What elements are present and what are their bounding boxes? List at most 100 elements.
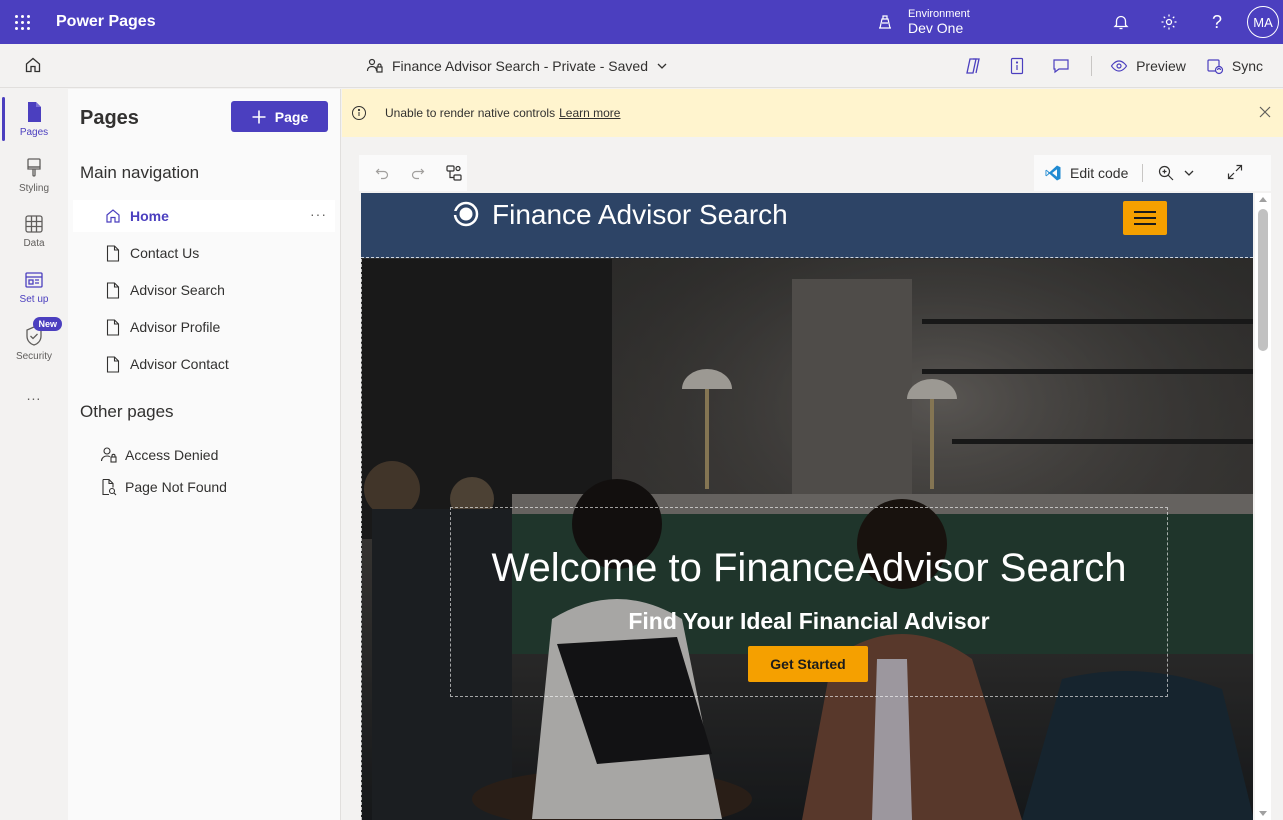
rail-item-setup[interactable]: Set up bbox=[4, 261, 64, 313]
chevron-down-icon bbox=[1184, 170, 1194, 176]
table-icon bbox=[25, 214, 43, 233]
plus-icon bbox=[252, 110, 266, 123]
hero-subheading[interactable]: Find Your Ideal Financial Advisor bbox=[451, 608, 1167, 635]
undo-button[interactable] bbox=[369, 160, 395, 186]
scroll-down-arrow[interactable] bbox=[1259, 811, 1267, 816]
gear-icon bbox=[1161, 14, 1177, 30]
redo-button[interactable] bbox=[405, 160, 431, 186]
sync-button[interactable]: Sync bbox=[1198, 50, 1271, 82]
copilot-icon bbox=[966, 58, 980, 74]
hero-text-container[interactable]: Welcome to FinanceAdvisor Search Find Yo… bbox=[450, 507, 1168, 697]
home-icon bbox=[25, 57, 41, 73]
left-rail: Pages Styling Data Set up Security New .… bbox=[0, 89, 68, 820]
redo-icon bbox=[411, 168, 425, 180]
document-icon bbox=[105, 318, 121, 336]
waffle-icon bbox=[14, 14, 30, 30]
rail-label: Styling bbox=[18, 182, 49, 194]
hero-heading[interactable]: Welcome to FinanceAdvisor Search bbox=[451, 546, 1167, 591]
page-status-text: Finance Advisor Search - Private - Saved bbox=[392, 58, 649, 74]
setup-icon bbox=[25, 271, 43, 288]
rail-item-security[interactable]: Security New bbox=[4, 317, 64, 369]
other-item-page-not-found[interactable]: Page Not Found bbox=[73, 473, 335, 501]
nav-item-label: Advisor Contact bbox=[130, 356, 229, 372]
nav-item-label: Home bbox=[130, 208, 169, 224]
rail-item-styling[interactable]: Styling bbox=[4, 149, 64, 201]
other-item-access-denied[interactable]: Access Denied bbox=[73, 441, 335, 469]
document-icon bbox=[105, 244, 121, 262]
bell-icon bbox=[1113, 15, 1129, 30]
structure-button[interactable] bbox=[441, 160, 467, 186]
home-icon bbox=[105, 208, 121, 224]
site-preview[interactable]: Finance Advisor Search Welcome to Financ… bbox=[361, 193, 1253, 820]
rail-item-data[interactable]: Data bbox=[4, 205, 64, 257]
app-title[interactable]: Power Pages bbox=[56, 13, 156, 31]
settings-button[interactable] bbox=[1145, 0, 1193, 44]
toolbar-divider bbox=[1091, 56, 1093, 76]
vscode-icon bbox=[1045, 165, 1061, 181]
preview-button[interactable]: Preview bbox=[1102, 50, 1194, 82]
close-icon[interactable] bbox=[1258, 105, 1272, 119]
nav-item-contact-us[interactable]: Contact Us bbox=[73, 237, 335, 269]
add-page-label: Page bbox=[274, 108, 309, 125]
learn-more-link[interactable]: Learn more bbox=[559, 106, 620, 120]
nav-item-advisor-contact[interactable]: Advisor Contact bbox=[73, 348, 335, 380]
notifications-button[interactable] bbox=[1097, 0, 1145, 44]
app-header: Power Pages Environment Dev One ? MA bbox=[0, 0, 1283, 44]
nav-item-advisor-search[interactable]: Advisor Search bbox=[73, 274, 335, 306]
help-button[interactable]: ? bbox=[1193, 0, 1241, 44]
preview-label: Preview bbox=[1136, 58, 1186, 74]
app-launcher-button[interactable] bbox=[0, 0, 44, 44]
nav-item-label: Advisor Profile bbox=[130, 319, 221, 335]
pages-panel: Pages Page Main navigation Home ··· Cont… bbox=[68, 89, 341, 820]
canvas-toolbar-right: Edit code bbox=[1034, 155, 1271, 191]
rail-label: Set up bbox=[19, 293, 49, 305]
chevron-down-icon bbox=[657, 63, 667, 69]
scroll-up-arrow[interactable] bbox=[1259, 197, 1267, 202]
toolbar-divider bbox=[1142, 164, 1144, 182]
other-item-label: Access Denied bbox=[125, 447, 219, 463]
page-status-dropdown[interactable]: Finance Advisor Search - Private - Saved bbox=[366, 44, 668, 88]
command-bar: Finance Advisor Search - Private - Saved bbox=[0, 44, 1283, 88]
comments-button[interactable] bbox=[1041, 50, 1081, 82]
main-navigation-heading: Main navigation bbox=[80, 163, 200, 182]
question-icon: ? bbox=[1211, 11, 1222, 32]
other-pages-heading: Other pages bbox=[80, 402, 174, 421]
warning-banner: Unable to render native controls Learn m… bbox=[342, 89, 1283, 137]
preview-scrollbar[interactable] bbox=[1255, 193, 1271, 820]
scrollbar-thumb[interactable] bbox=[1258, 209, 1268, 351]
more-options-button[interactable]: ··· bbox=[310, 206, 327, 222]
hamburger-menu-button[interactable] bbox=[1123, 201, 1167, 235]
info-icon bbox=[352, 106, 366, 120]
document-icon bbox=[105, 355, 121, 373]
environment-picker[interactable]: Environment Dev One bbox=[876, 0, 970, 44]
copilot-button[interactable] bbox=[953, 50, 993, 82]
get-started-button[interactable]: Get Started bbox=[748, 646, 868, 682]
more-apps-button[interactable]: ... bbox=[0, 387, 68, 403]
sync-label: Sync bbox=[1231, 58, 1263, 74]
comment-icon bbox=[1053, 59, 1069, 74]
rail-label: Security bbox=[15, 350, 53, 362]
hero-section[interactable]: Welcome to FinanceAdvisor Search Find Yo… bbox=[361, 259, 1253, 820]
person-lock-icon bbox=[100, 446, 118, 464]
document-search-icon bbox=[100, 478, 118, 496]
home-button[interactable] bbox=[24, 56, 44, 76]
canvas-toolbar-left bbox=[359, 155, 467, 191]
nav-item-advisor-profile[interactable]: Advisor Profile bbox=[73, 311, 335, 343]
edit-code-button[interactable]: Edit code bbox=[1044, 164, 1128, 182]
rail-item-pages[interactable]: Pages bbox=[2, 93, 64, 145]
undo-icon bbox=[375, 168, 389, 180]
other-item-label: Page Not Found bbox=[125, 479, 227, 495]
avatar[interactable]: MA bbox=[1247, 6, 1279, 38]
site-header[interactable]: Finance Advisor Search bbox=[361, 193, 1253, 258]
site-logo-icon bbox=[453, 201, 479, 227]
sync-icon bbox=[1207, 59, 1223, 75]
zoom-in-icon bbox=[1159, 165, 1174, 181]
nav-item-label: Advisor Search bbox=[130, 282, 225, 298]
info-panel-button[interactable] bbox=[997, 50, 1037, 82]
site-title[interactable]: Finance Advisor Search bbox=[492, 199, 788, 231]
zoom-dropdown[interactable] bbox=[1157, 164, 1195, 182]
nav-item-home[interactable]: Home ··· bbox=[73, 200, 335, 232]
add-page-button[interactable]: Page bbox=[231, 101, 328, 132]
environment-icon bbox=[879, 15, 891, 29]
expand-button[interactable] bbox=[1227, 164, 1243, 183]
